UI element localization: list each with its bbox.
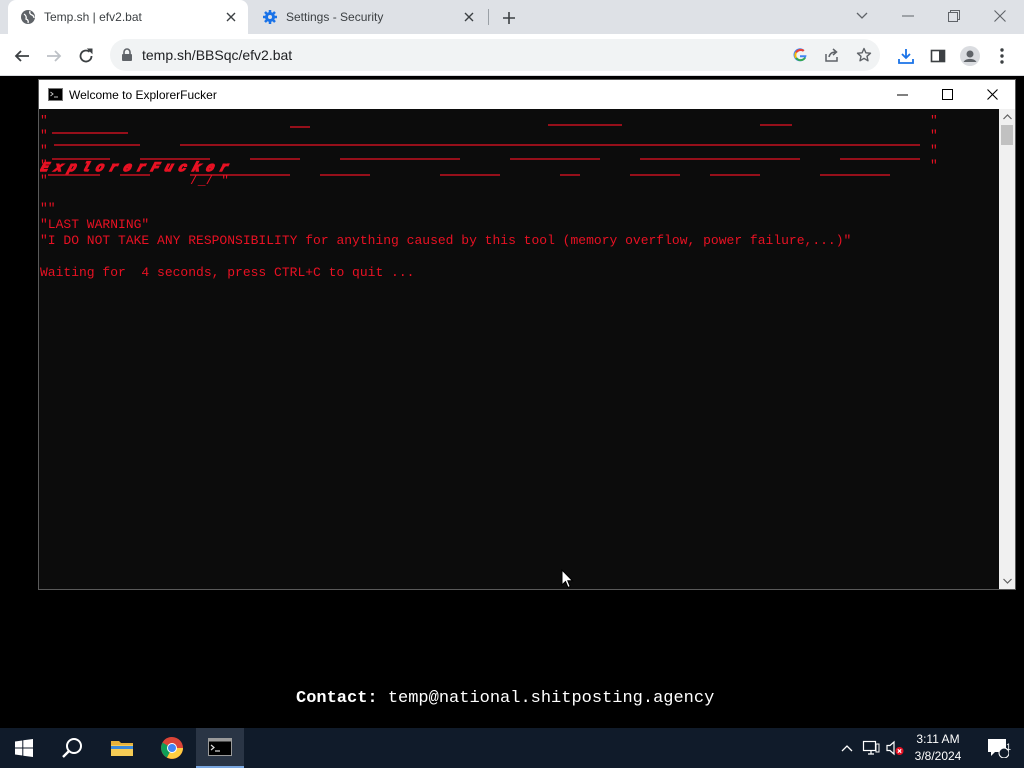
chevron-up-icon[interactable] — [838, 738, 856, 758]
search-icon — [62, 738, 82, 758]
address-bar[interactable]: temp.sh/BBSqc/efv2.bat — [110, 39, 880, 71]
file-explorer-button[interactable] — [98, 728, 146, 768]
console-line: "LAST WARNING" — [40, 217, 150, 232]
console-line: Waiting for 4 seconds, press CTRL+C to q… — [40, 265, 415, 280]
google-lens-icon[interactable] — [790, 45, 810, 65]
chrome-icon — [161, 737, 183, 759]
cmd-icon — [48, 88, 63, 101]
console-line: "" — [40, 201, 56, 216]
maximize-icon[interactable] — [924, 80, 970, 109]
scroll-up-icon[interactable] — [999, 109, 1015, 125]
console-taskbar-button[interactable] — [196, 728, 244, 768]
svg-text:": " — [930, 158, 938, 173]
close-icon[interactable] — [980, 2, 1020, 30]
tab-title: Temp.sh | efv2.bat — [44, 10, 142, 24]
console-line: "I DO NOT TAKE ANY RESPONSIBILITY for an… — [40, 233, 852, 248]
minimize-icon[interactable] — [879, 80, 925, 109]
windows-icon — [15, 739, 33, 757]
profile-avatar-icon[interactable] — [956, 42, 984, 70]
console-title-bar[interactable]: Welcome to ExplorerFucker — [39, 80, 1015, 109]
globe-icon — [20, 9, 36, 25]
tab-divider — [488, 9, 489, 25]
download-icon[interactable] — [892, 42, 920, 70]
notification-center-button[interactable]: 1 — [978, 728, 1018, 768]
console-window[interactable]: Welcome to ExplorerFucker " " " " " " " " "/_… — [38, 79, 1016, 590]
contact-label: Contact: — [296, 689, 378, 708]
svg-text:": " — [40, 115, 48, 128]
back-button[interactable] — [8, 42, 36, 70]
ascii-banner: """ "" """ "/_/ " ExplorerFucker — [40, 115, 938, 188]
console-title: Welcome to ExplorerFucker — [69, 88, 217, 102]
reload-button[interactable] — [72, 42, 100, 70]
tab-search-icon[interactable] — [842, 2, 882, 30]
lock-icon[interactable] — [120, 48, 134, 62]
svg-text:": " — [40, 128, 48, 143]
contact-email: temp@national.shitposting.agency — [387, 689, 715, 708]
svg-text:": " — [40, 143, 48, 158]
side-panel-icon[interactable] — [924, 42, 952, 70]
close-tab-icon[interactable] — [222, 8, 240, 26]
scrollbar-thumb[interactable] — [1001, 125, 1013, 145]
svg-text:": " — [930, 128, 938, 143]
tab-strip: Temp.sh | efv2.bat Settings - Security — [0, 0, 1024, 34]
more-menu-icon[interactable] — [988, 42, 1016, 70]
contact-text: Contact: temp@national.shitposting.agenc… — [296, 689, 714, 708]
clock[interactable]: 3:11 AM 3/8/2024 — [906, 731, 970, 765]
bookmark-star-icon[interactable] — [854, 45, 874, 65]
minimize-icon[interactable] — [888, 2, 928, 30]
new-tab-button[interactable] — [498, 7, 520, 29]
mouse-cursor-icon — [561, 569, 574, 589]
search-button[interactable] — [48, 728, 96, 768]
cmd-icon — [208, 738, 232, 756]
tab-settings-security[interactable]: Settings - Security — [250, 0, 486, 34]
tab-title: Settings - Security — [286, 10, 384, 24]
notification-count: 1 — [1006, 742, 1012, 752]
forward-button[interactable] — [40, 42, 68, 70]
network-icon[interactable] — [862, 738, 880, 758]
close-tab-icon[interactable] — [460, 8, 478, 26]
svg-text:": " — [930, 143, 938, 158]
folder-icon — [111, 741, 133, 756]
volume-muted-icon[interactable] — [886, 738, 904, 758]
chrome-button[interactable] — [148, 728, 196, 768]
start-button[interactable] — [0, 728, 48, 768]
close-icon[interactable] — [969, 80, 1015, 109]
banner-title: ExplorerFucker — [40, 161, 236, 176]
scroll-down-icon[interactable] — [999, 573, 1015, 589]
gear-icon — [262, 9, 278, 25]
url-text: temp.sh/BBSqc/efv2.bat — [142, 47, 293, 63]
taskbar: 3:11 AM 3/8/2024 1 — [0, 728, 1024, 768]
browser-toolbar: temp.sh/BBSqc/efv2.bat — [0, 34, 1024, 76]
console-scrollbar[interactable] — [999, 109, 1015, 589]
clock-time: 3:11 AM — [916, 732, 960, 746]
clock-date: 3/8/2024 — [914, 749, 962, 763]
share-icon[interactable] — [822, 45, 842, 65]
tab-temp-sh[interactable]: Temp.sh | efv2.bat — [8, 0, 248, 34]
restore-icon[interactable] — [934, 2, 974, 30]
svg-text:": " — [930, 115, 938, 128]
console-output: " " " " " " " " "/_/ " ExplorerFucker "" "LAS… — [39, 109, 999, 589]
